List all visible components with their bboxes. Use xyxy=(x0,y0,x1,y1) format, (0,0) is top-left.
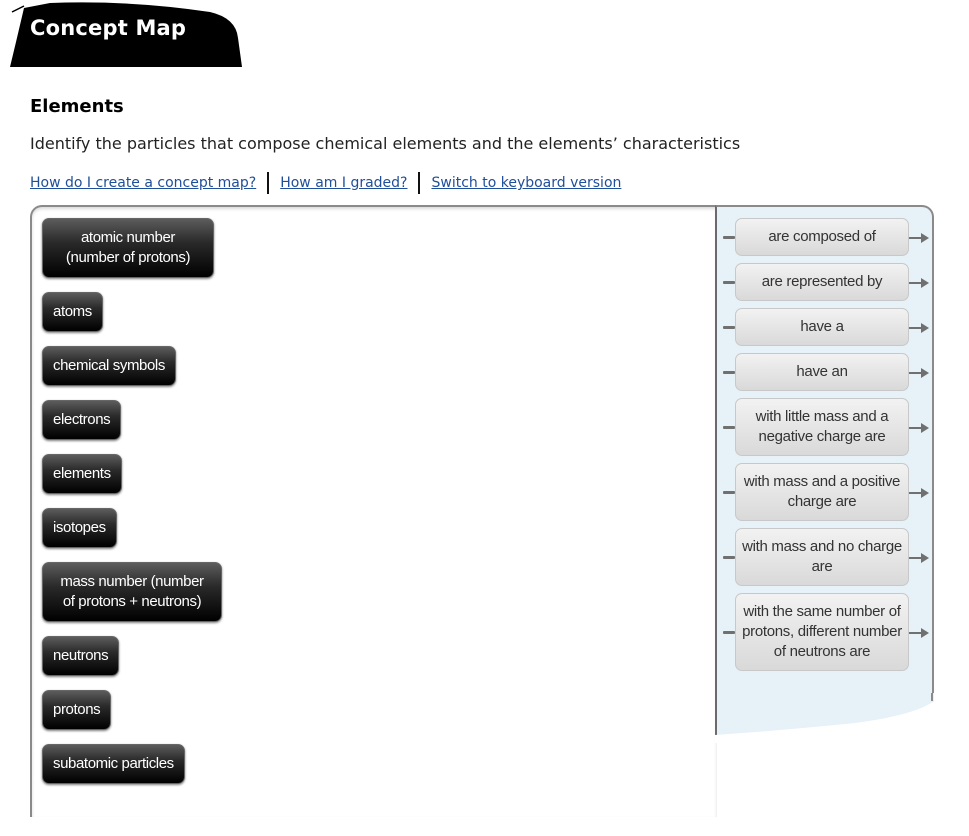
arrow-right-icon[interactable] xyxy=(909,322,929,334)
arrow-right-icon[interactable] xyxy=(909,232,929,244)
page-heading: Elements xyxy=(30,96,124,117)
connector-stub[interactable] xyxy=(723,326,735,329)
connector-stub[interactable] xyxy=(723,236,735,239)
term-protons[interactable]: protons xyxy=(42,690,112,730)
link-separator xyxy=(418,172,421,194)
banner-title: Concept Map xyxy=(30,16,187,40)
arrow-right-icon[interactable] xyxy=(909,552,929,564)
linker-are-composed-of[interactable]: are composed of xyxy=(735,218,909,256)
map-canvas[interactable]: atomic number (number of protons) atoms … xyxy=(30,205,717,817)
term-isotopes[interactable]: isotopes xyxy=(42,508,117,548)
connector-stub[interactable] xyxy=(723,426,735,429)
arrow-right-icon[interactable] xyxy=(909,627,929,639)
concept-map-banner: Concept Map xyxy=(10,2,242,68)
connector-stub[interactable] xyxy=(723,491,735,494)
concept-map-area: atomic number (number of protons) atoms … xyxy=(30,205,934,825)
term-neutrons[interactable]: neutrons xyxy=(42,636,120,676)
page-description: Identify the particles that compose chem… xyxy=(30,134,741,153)
term-electrons[interactable]: electrons xyxy=(42,400,122,440)
linker-are-represented-by[interactable]: are represented by xyxy=(735,263,909,301)
keyboard-version-link[interactable]: Switch to keyboard version xyxy=(431,175,621,191)
arrow-right-icon[interactable] xyxy=(909,277,929,289)
term-atoms[interactable]: atoms xyxy=(42,292,103,332)
linker-have-a[interactable]: have a xyxy=(735,308,909,346)
arrow-right-icon[interactable] xyxy=(909,487,929,499)
arrow-right-icon[interactable] xyxy=(909,367,929,379)
connector-stub[interactable] xyxy=(723,371,735,374)
link-separator xyxy=(267,172,270,194)
term-atomic-number[interactable]: atomic number (number of protons) xyxy=(42,218,214,278)
term-mass-number[interactable]: mass number (number of protons + neutron… xyxy=(42,562,222,622)
arrow-right-icon[interactable] xyxy=(909,422,929,434)
linker-panel-torn-edge xyxy=(715,693,934,743)
how-to-create-link[interactable]: How do I create a concept map? xyxy=(30,175,256,191)
connector-stub[interactable] xyxy=(723,281,735,284)
linker-have-an[interactable]: have an xyxy=(735,353,909,391)
how-graded-link[interactable]: How am I graded? xyxy=(280,175,407,191)
term-subatomic-particles[interactable]: subatomic particles xyxy=(42,744,185,784)
linker-mass-positive[interactable]: with mass and a positive charge are xyxy=(735,463,909,521)
help-links: How do I create a concept map? How am I … xyxy=(30,172,621,194)
linker-little-mass-negative[interactable]: with little mass and a negative charge a… xyxy=(735,398,909,456)
term-elements[interactable]: elements xyxy=(42,454,122,494)
linker-panel: are composed of are represented by have … xyxy=(715,205,934,737)
connector-stub[interactable] xyxy=(723,631,735,634)
connector-stub[interactable] xyxy=(723,556,735,559)
term-chemical-symbols[interactable]: chemical symbols xyxy=(42,346,176,386)
linker-same-protons-different-neutrons[interactable]: with the same number of protons, differe… xyxy=(735,593,909,671)
linker-mass-no-charge[interactable]: with mass and no charge are xyxy=(735,528,909,586)
